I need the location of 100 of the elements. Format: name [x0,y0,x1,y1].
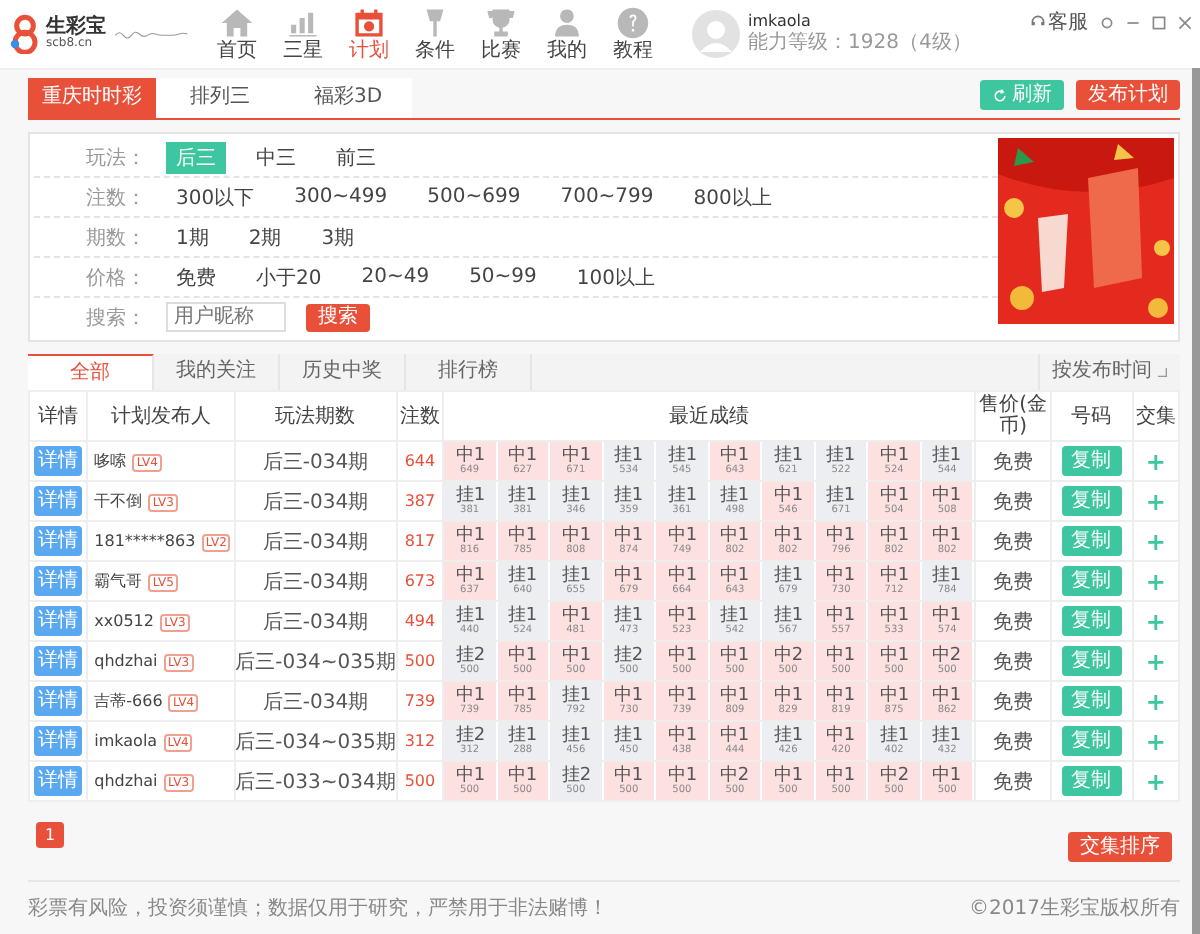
filter-label: 搜索： [86,305,146,331]
publisher-name: qhdzhai [94,652,158,670]
detail-button[interactable]: 详情 [34,446,83,476]
detail-button[interactable]: 详情 [34,686,83,716]
publish-button[interactable]: 发布计划 [1076,80,1180,110]
scrollbar[interactable] [1192,68,1200,934]
column-header: 注数 [396,391,444,441]
copyright-text: ©2017生彩宝版权所有 [969,895,1180,922]
nav-tab[interactable]: 计划 [338,6,400,62]
detail-button[interactable]: 详情 [34,726,83,756]
table-cell: 免费 [975,721,1051,761]
copy-button[interactable]: 复制 [1061,766,1122,796]
table-tab[interactable]: 排行榜 [406,354,532,390]
publisher-name: xx0512 [94,612,154,630]
publisher-name: imkaola [94,732,158,750]
sort-button[interactable]: 交集排序 [1068,831,1172,861]
publisher-name: 霸气哥 [94,572,143,590]
nav-tab[interactable]: 条件 [404,6,466,62]
table-cell: 免费 [975,601,1051,641]
help-icon [616,6,650,40]
table-cell: 后三-034期 [234,521,397,561]
nav-tab[interactable]: 教程 [602,6,664,62]
search-field[interactable]: 用户昵称 [166,302,286,332]
table-cell: 后三-034期 [234,481,397,521]
nav-tab[interactable]: 首页 [206,6,268,62]
detail-button[interactable]: 详情 [34,766,83,796]
filter-option[interactable]: 免费 [166,261,226,293]
logo-icon [8,14,42,54]
filter-option[interactable]: 2期 [238,221,292,253]
refresh-button[interactable]: 刷新 [980,80,1064,110]
search-button[interactable]: 搜索 [306,303,370,331]
detail-button[interactable]: 详情 [34,526,83,556]
copy-button[interactable]: 复制 [1061,486,1122,516]
filter-option[interactable]: 300以下 [166,181,265,213]
filter-label: 注数： [86,185,146,211]
filter-option[interactable]: 100以上 [566,261,665,293]
publisher-name: 181*****863 [94,532,196,550]
filter-label: 期数： [86,225,146,251]
table-cell: 免费 [975,681,1051,721]
filter-option[interactable]: 3期 [311,221,365,253]
copy-button[interactable]: 复制 [1061,566,1122,596]
service-link[interactable]: 客服 [1030,8,1088,36]
app-name: 生彩宝 [46,18,106,38]
filter-option[interactable]: 小于20 [246,261,332,293]
column-header: 最近成绩 [443,391,976,441]
filter-label: 价格： [86,265,146,291]
table-cell: 免费 [975,441,1051,481]
table-tab[interactable]: 历史中奖 [280,354,406,390]
headset-icon [1030,14,1046,30]
lottery-tab[interactable]: 排列三 [156,78,284,118]
table-cell: 免费 [975,521,1051,561]
close-icon[interactable] [1178,15,1192,29]
page-button[interactable]: 1 [36,821,64,847]
detail-button[interactable]: 详情 [34,646,83,676]
filter-option[interactable]: 700~799 [550,184,664,210]
table-cell: 后三-034期 [234,601,397,641]
refresh-icon [992,87,1008,103]
table-cell: 免费 [975,481,1051,521]
filter-option[interactable]: 800以上 [683,181,782,213]
publisher-name: 哆嗦 [94,452,127,470]
filter-option[interactable]: 500~699 [417,184,531,210]
table-cell: 后三-034期 [234,441,397,481]
disclaimer-text: 彩票有风险，投资须谨慎；数据仅用于研究，严禁用于非法赌博！ [28,895,608,922]
filter-option[interactable]: 中三 [246,141,306,173]
table-cell: 后三-034期 [234,561,397,601]
table-cell: 后三-034期 [234,681,397,721]
detail-button[interactable]: 详情 [34,566,83,596]
filter-option[interactable]: 20~49 [351,264,440,290]
calendar-icon [352,6,386,40]
copy-button[interactable]: 复制 [1061,646,1122,676]
filter-option[interactable]: 50~99 [459,264,547,290]
table-cell: 后三-034~035期 [234,641,397,681]
copy-button[interactable]: 复制 [1061,446,1122,476]
copy-button[interactable]: 复制 [1061,726,1122,756]
sort-dropdown[interactable]: 按发布时间 [1038,354,1180,390]
nav-tab[interactable]: 三星 [272,6,334,62]
user-level: 能力等级：1928（4级） [748,31,972,56]
column-header: 玩法期数 [234,391,397,441]
column-header: 详情 [29,391,88,441]
copy-button[interactable]: 复制 [1061,606,1122,636]
lottery-tab[interactable]: 重庆时时彩 [28,78,156,118]
filter-option[interactable]: 后三 [166,141,226,173]
copy-button[interactable]: 复制 [1061,686,1122,716]
column-header: 售价(金币) [975,391,1051,441]
user-name: imkaola [748,12,813,31]
maximize-icon[interactable] [1152,15,1166,29]
lottery-tab[interactable]: 福彩3D [284,78,412,118]
filter-option[interactable]: 前三 [326,141,386,173]
column-header: 交集 [1132,391,1179,441]
detail-button[interactable]: 详情 [34,486,83,516]
nav-tab[interactable]: 我的 [536,6,598,62]
trophy-icon [484,6,518,40]
filter-option[interactable]: 300~499 [284,184,398,210]
detail-button[interactable]: 详情 [34,606,83,636]
nav-tab[interactable]: 比赛 [470,6,532,62]
copy-button[interactable]: 复制 [1061,526,1122,556]
filter-option[interactable]: 1期 [166,221,219,253]
table-tab[interactable]: 我的关注 [154,354,280,390]
house-icon [220,6,254,40]
table-tab[interactable]: 全部 [28,354,154,390]
